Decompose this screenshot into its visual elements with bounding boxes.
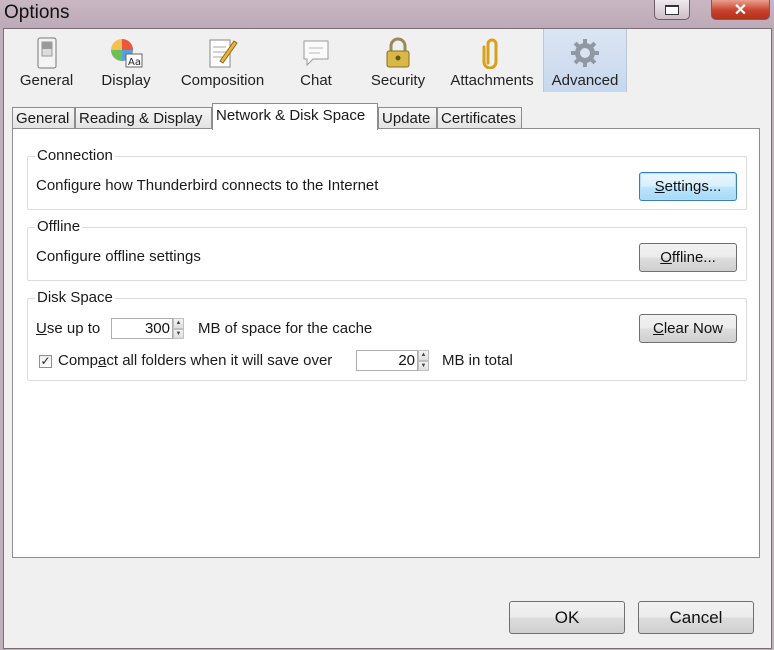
offline-description: Configure offline settings (36, 248, 201, 265)
chat-bubble-icon (299, 36, 333, 70)
spin-up-icon[interactable]: ▲ (418, 350, 429, 361)
cache-size-input[interactable] (111, 318, 173, 339)
cache-size-label: Use up to (36, 320, 101, 337)
offline-settings-button[interactable]: Offline... (639, 243, 737, 272)
tool-chat[interactable]: Chat (277, 29, 355, 92)
prefs-toolbar: General Aa Display Composition Chat Secu… (4, 29, 771, 92)
tab-network-disk-space[interactable]: Network & Disk Space (212, 103, 378, 130)
tab-certificates[interactable]: Certificates (437, 107, 522, 129)
disk-space-title: Disk Space (35, 289, 115, 306)
pencil-page-icon (206, 36, 240, 70)
spin-down-icon[interactable]: ▼ (173, 328, 184, 339)
tool-label: Advanced (551, 72, 619, 89)
close-button[interactable]: ✕ (711, 0, 770, 20)
compact-threshold-input[interactable] (356, 350, 418, 371)
cache-size-spinner[interactable]: ▲ ▼ (111, 318, 184, 339)
connection-title: Connection (35, 147, 115, 164)
ok-button[interactable]: OK (509, 601, 625, 634)
compact-suffix: MB in total (442, 352, 513, 369)
color-wheel-icon: Aa (109, 36, 143, 70)
dialog-client: General Aa Display Composition Chat Secu… (3, 28, 772, 649)
tool-label: Display (101, 72, 151, 89)
restore-button[interactable] (654, 0, 690, 20)
tool-label: General (19, 72, 74, 89)
tool-general[interactable]: General (9, 29, 84, 92)
tool-composition[interactable]: Composition (168, 29, 277, 92)
tool-advanced[interactable]: Advanced (543, 29, 627, 92)
tab-reading-display[interactable]: Reading & Display (75, 107, 212, 129)
gear-icon (568, 36, 602, 70)
tool-label: Attachments (450, 72, 534, 89)
tool-label: Composition (180, 72, 265, 89)
tool-label: Chat (300, 72, 332, 89)
spin-up-icon[interactable]: ▲ (173, 318, 184, 329)
options-window: Options ✕ General Aa Display Composition… (0, 0, 774, 650)
close-icon: ✕ (733, 1, 748, 19)
tool-security[interactable]: Security (355, 29, 441, 92)
compact-checkbox[interactable]: ✓ (39, 355, 52, 368)
tool-attachments[interactable]: Attachments (441, 29, 543, 92)
compact-label: Compact all folders when it will save ov… (58, 352, 333, 369)
switch-icon (30, 36, 64, 70)
paperclip-icon (475, 36, 509, 70)
offline-title: Offline (35, 218, 83, 235)
tab-update[interactable]: Update (378, 107, 437, 129)
compact-threshold-spinner[interactable]: ▲ ▼ (356, 350, 429, 371)
tab-general[interactable]: General (12, 107, 75, 129)
tab-panel: Connection Configure how Thunderbird con… (12, 128, 760, 558)
restore-icon (665, 4, 679, 15)
connection-settings-button[interactable]: Settings... (639, 172, 737, 201)
cancel-button[interactable]: Cancel (638, 601, 754, 634)
connection-description: Configure how Thunderbird connects to th… (36, 177, 379, 194)
tool-label: Security (370, 72, 426, 89)
padlock-icon (381, 36, 415, 70)
window-title: Options (4, 2, 70, 23)
title-bar[interactable]: Options ✕ (0, 0, 774, 28)
spin-down-icon[interactable]: ▼ (418, 360, 429, 371)
tool-display[interactable]: Aa Display (84, 29, 168, 92)
clear-now-button[interactable]: Clear Now (639, 314, 737, 343)
svg-text:Aa: Aa (128, 57, 141, 68)
cache-size-suffix: MB of space for the cache (198, 320, 373, 337)
